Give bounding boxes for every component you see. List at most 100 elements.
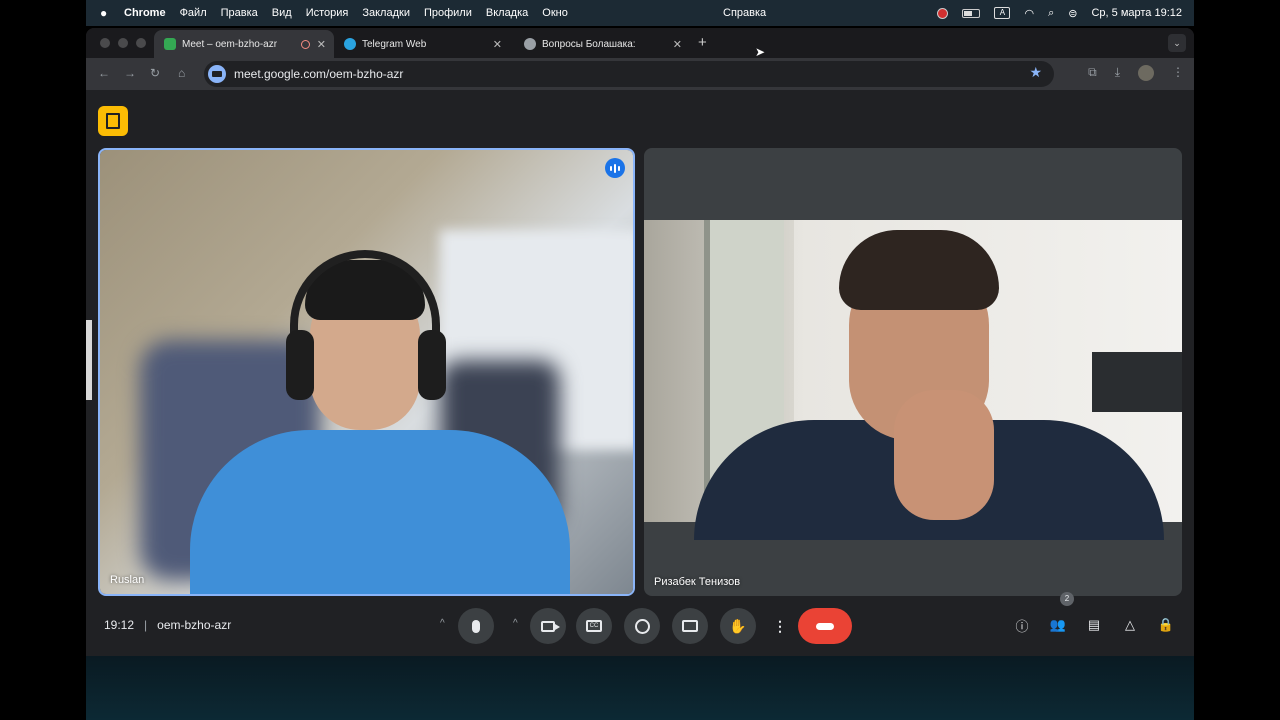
present-button[interactable] [672,608,708,644]
toolbar-actions: ⧉ ⤓ ⋮ [1088,65,1184,81]
right-black-border [1194,0,1280,720]
leave-call-button[interactable] [798,608,852,644]
home-icon[interactable]: ⌂ [178,66,185,80]
menubar-item-window[interactable]: Окно [542,7,568,19]
menubar-item-history[interactable]: История [306,7,349,19]
menubar-item-bookmarks[interactable]: Закладки [362,7,410,19]
tab-telegram[interactable]: Telegram Web ✕ [334,30,510,58]
menubar-item-help[interactable]: Справка [723,7,766,19]
menubar-item-profiles[interactable]: Профили [424,7,472,19]
video-settings-chevron-icon[interactable]: ^ [513,618,518,629]
minimize-window-button[interactable] [118,38,128,48]
raise-hand-icon: ✋ [729,617,747,634]
close-tab-icon[interactable]: ✕ [493,38,502,51]
chrome-window: Meet – oem-bzho-azr ✕ Telegram Web ✕ Воп… [86,28,1194,656]
recording-indicator-icon [301,39,310,49]
participant-name: Ризабек Тенизов [654,576,741,588]
mic-button[interactable] [458,608,494,644]
extensions-icon[interactable]: ⧉ [1088,65,1097,81]
captions-button[interactable]: CC [576,608,612,644]
reactions-button[interactable] [624,608,660,644]
headset-earcup-left [286,330,314,400]
emoji-icon [634,618,650,634]
camera-button[interactable] [530,608,566,644]
person-body [190,430,570,594]
url-text[interactable]: meet.google.com/oem-bzho-azr [234,67,403,81]
menubar-item-file[interactable]: Файл [180,7,207,19]
left-black-border [0,0,86,720]
present-icon [682,620,698,632]
tab-strip: Meet – oem-bzho-azr ✕ Telegram Web ✕ Воп… [86,28,1194,58]
audio-settings-chevron-icon[interactable]: ^ [440,618,445,629]
tab-search-icon[interactable]: ⌄ [1168,34,1186,52]
apple-menu-icon[interactable]: ● [100,6,112,20]
battery-icon[interactable] [962,8,981,18]
address-bar[interactable]: meet.google.com/oem-bzho-azr ★ [204,61,1054,87]
menubar-item-view[interactable]: Вид [272,7,292,19]
video-background-tv [1092,352,1182,412]
hangup-icon [816,622,834,630]
tab-title: Meet – oem-bzho-azr [182,38,278,50]
downloads-icon[interactable]: ⤓ [1115,65,1120,81]
tab-title: Telegram Web [362,38,427,50]
host-controls-badge[interactable] [98,106,128,136]
chrome-menu-icon[interactable]: ⋮ [1172,65,1184,81]
mouse-cursor-icon: ➤ [755,45,766,59]
close-tab-icon[interactable]: ✕ [317,38,326,51]
back-icon[interactable]: ← [98,66,110,80]
reload-icon[interactable]: ↻ [150,66,160,80]
tab-title: Вопросы Болашака: [542,38,636,50]
desktop-wallpaper [86,656,1194,720]
close-window-button[interactable] [100,38,110,48]
forward-icon[interactable]: → [124,66,136,80]
left-edge-partial-window [86,320,92,400]
chat-icon[interactable]: ▤ [1083,614,1105,636]
participant-video [100,150,633,594]
speaking-indicator-icon [605,158,625,178]
participant-video [644,220,1182,540]
tab-questions[interactable]: Вопросы Болашака: ✕ [514,30,690,58]
headset-earcup-right [418,330,446,400]
bookmark-star-icon[interactable]: ★ [1029,64,1042,81]
menubar-item-edit[interactable]: Правка [221,7,258,19]
window-controls [100,38,146,48]
menubar-item-tab[interactable]: Вкладка [486,7,528,19]
menubar-app-name[interactable]: Chrome [124,7,166,19]
activities-icon[interactable]: △ [1119,614,1141,636]
telegram-favicon-icon [344,38,356,50]
more-options-icon[interactable]: ⋮ [773,618,787,635]
meeting-code: oem-bzho-azr [157,618,232,632]
screen-record-icon[interactable] [937,7,949,19]
person-hair [839,230,999,310]
close-tab-icon[interactable]: ✕ [673,38,682,51]
participant-name: Ruslan [110,574,145,586]
profile-avatar[interactable] [1138,65,1154,81]
host-controls-icon[interactable]: 🔒 [1155,614,1177,636]
participant-tile-rizabek[interactable]: Ризабек Тенизов [644,148,1182,596]
zoom-window-button[interactable] [136,38,146,48]
camera-icon [541,620,560,632]
tab-meet[interactable]: Meet – oem-bzho-azr ✕ [154,30,334,58]
wifi-icon[interactable]: ◠ [1024,7,1034,20]
meet-content: Ruslan Ризабек Тенизов 19:12 | oem-bzho-… [86,90,1194,656]
keyboard-layout-icon[interactable]: A [994,7,1011,19]
participant-tile-ruslan[interactable]: Ruslan [98,148,635,596]
meet-favicon-icon [164,38,176,50]
meeting-time: 19:12 [104,618,135,632]
info-icon[interactable]: ⓘ [1011,614,1033,636]
meeting-details: 19:12 | oem-bzho-azr [104,618,231,632]
people-icon[interactable]: 👥 [1047,614,1069,636]
new-tab-icon[interactable]: + [698,34,707,51]
spotlight-search-icon[interactable]: ⌕ [1048,7,1054,20]
browser-toolbar: ← → ↻ ⌂ meet.google.com/oem-bzho-azr ★ ⧉… [86,58,1194,90]
control-center-icon[interactable]: ⊜ [1068,7,1077,20]
captions-icon: CC [586,620,602,632]
person-hands [894,390,994,520]
menubar-datetime[interactable]: Ср, 5 марта 19:12 [1091,7,1182,19]
raise-hand-button[interactable]: ✋ [720,608,756,644]
mic-icon [472,619,480,633]
site-info-icon[interactable] [208,65,226,83]
globe-favicon-icon [524,38,536,50]
meet-control-bar: 19:12 | oem-bzho-azr ^ ^ CC ✋ ⋮ ⓘ 👥 2 ▤ … [86,592,1194,656]
macos-menubar: ● Chrome Файл Правка Вид История Закладк… [86,0,1194,26]
